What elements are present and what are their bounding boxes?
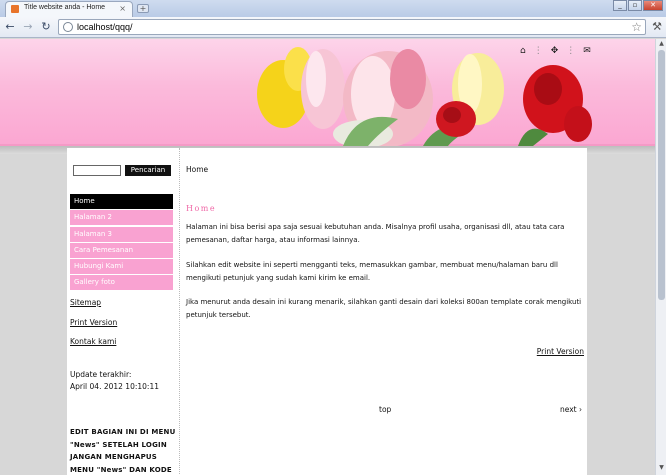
- wrench-icon[interactable]: ⚒: [652, 20, 662, 33]
- update-label: Update terakhir:: [70, 370, 132, 379]
- menu-item-halaman-2[interactable]: Halaman 2: [70, 210, 173, 226]
- menu-item-home[interactable]: Home: [70, 194, 173, 209]
- next-link[interactable]: next ›: [560, 405, 582, 414]
- page-title: Home: [186, 204, 217, 213]
- scroll-down-icon[interactable]: ▼: [657, 464, 666, 473]
- edit-note: EDIT BAGIAN INI DI MENU "News" SETELAH L…: [70, 428, 176, 474]
- back-arrow-icon[interactable]: ←: [3, 20, 17, 34]
- new-tab-button[interactable]: +: [137, 4, 149, 13]
- vertical-scrollbar[interactable]: ▲ ▼: [655, 39, 666, 475]
- main-content: Home Home Halaman ini bisa berisi apa sa…: [186, 148, 584, 475]
- paragraph-2: Silahkan edit website ini seperti mengga…: [186, 261, 558, 282]
- scroll-up-icon[interactable]: ▲: [657, 40, 666, 49]
- search-button[interactable]: Pencarian: [125, 165, 171, 176]
- close-window-button[interactable]: ✕: [643, 0, 663, 11]
- browser-titlebar: Title website anda - Home × + _ ▫ ✕: [0, 0, 666, 17]
- print-version-link[interactable]: Print Version: [70, 318, 117, 327]
- sitemap-icon[interactable]: ✥: [551, 46, 559, 56]
- favicon-icon: [11, 5, 19, 13]
- mail-icon[interactable]: ✉: [583, 46, 591, 56]
- paragraph-1: Halaman ini bisa berisi apa saja sesuai …: [186, 223, 565, 244]
- tab-close-icon[interactable]: ×: [119, 4, 126, 13]
- address-bar[interactable]: localhost/qqq/ ☆: [58, 19, 646, 35]
- divider: ⋮: [533, 46, 543, 56]
- url-text: localhost/qqq/: [77, 22, 133, 32]
- forward-arrow-icon[interactable]: →: [21, 20, 35, 34]
- bookmark-star-icon[interactable]: ☆: [631, 20, 642, 34]
- print-version-bottom-link[interactable]: Print Version: [537, 347, 584, 356]
- scrollbar-thumb[interactable]: [658, 50, 665, 300]
- minimize-button[interactable]: _: [613, 0, 627, 11]
- content-container: Pencarian Home Halaman 2 Halaman 3 Cara …: [67, 148, 587, 475]
- header-icons: ⌂ ⋮ ✥ ⋮ ✉: [520, 46, 591, 56]
- reload-icon[interactable]: ↻: [39, 20, 53, 34]
- tab-title: Title website anda - Home: [24, 4, 106, 11]
- top-link[interactable]: top: [379, 405, 391, 414]
- sidebar: Pencarian Home Halaman 2 Halaman 3 Cara …: [67, 148, 180, 475]
- maximize-button[interactable]: ▫: [628, 0, 642, 11]
- menu-item-gallery-foto[interactable]: Gallery foto: [70, 275, 173, 291]
- search-input[interactable]: [73, 165, 121, 176]
- menu-item-cara-pemesanan[interactable]: Cara Pemesanan: [70, 242, 173, 258]
- paragraph-3: Jika menurut anda desain ini kurang mena…: [186, 298, 582, 319]
- home-icon[interactable]: ⌂: [520, 46, 526, 56]
- site-header: ⌂ ⋮ ✥ ⋮ ✉: [0, 39, 655, 146]
- globe-icon: [63, 22, 73, 32]
- browser-toolbar: ← → ↻ localhost/qqq/ ☆ ⚒: [0, 17, 666, 38]
- side-menu: Home Halaman 2 Halaman 3 Cara Pemesanan …: [70, 194, 173, 292]
- menu-item-hubungi-kami[interactable]: Hubungi Kami: [70, 259, 173, 275]
- contact-link[interactable]: Kontak kami: [70, 337, 116, 346]
- window-controls: _ ▫ ✕: [613, 0, 663, 11]
- update-timestamp: April 04. 2012 10:10:11: [70, 382, 159, 391]
- breadcrumb: Home: [186, 165, 209, 174]
- divider: ⋮: [566, 46, 576, 56]
- sitemap-link[interactable]: Sitemap: [70, 298, 101, 307]
- browser-tab[interactable]: Title website anda - Home ×: [5, 1, 133, 17]
- menu-item-halaman-3[interactable]: Halaman 3: [70, 226, 173, 242]
- web-page: ⌂ ⋮ ✥ ⋮ ✉ Pencarian Home Halaman 2 Halam…: [0, 39, 655, 475]
